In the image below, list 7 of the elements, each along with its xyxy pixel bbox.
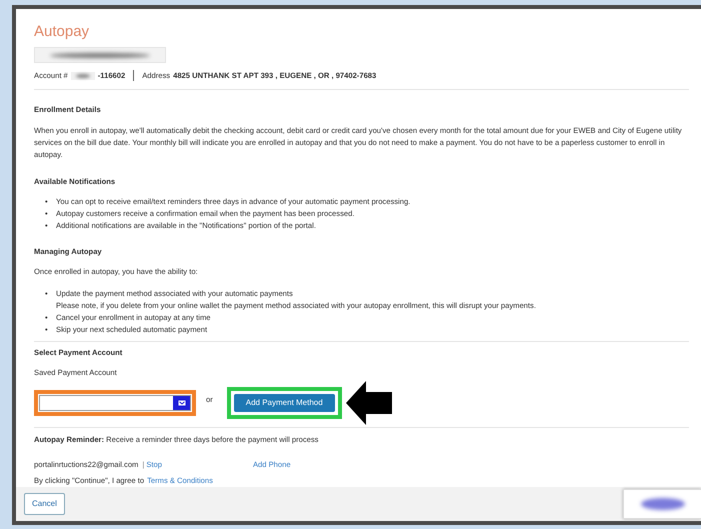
- add-payment-button[interactable]: Add Payment Method: [234, 394, 335, 412]
- account-dropdown[interactable]: [39, 394, 191, 411]
- redacted-number: [70, 72, 95, 80]
- dropdown-caret-icon: [173, 396, 190, 410]
- arrow-icon: [346, 380, 392, 425]
- page-title: Autopay: [34, 23, 90, 41]
- cancel-button[interactable]: Cancel: [24, 493, 65, 515]
